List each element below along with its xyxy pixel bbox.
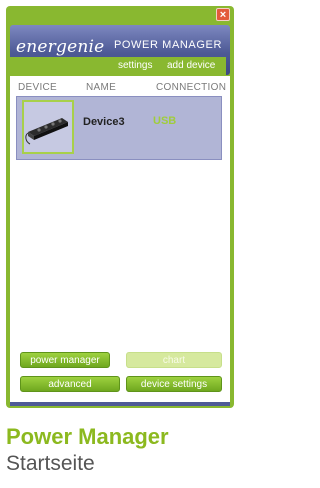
device-row[interactable]: Device3 USB: [16, 96, 222, 160]
device-thumbnail: [22, 100, 74, 154]
add-device-link[interactable]: add device: [167, 60, 215, 71]
top-nav: settings add device: [6, 57, 226, 75]
column-header-name: NAME: [86, 82, 117, 93]
bottom-strip: [10, 402, 230, 406]
device-settings-button[interactable]: device settings: [126, 376, 222, 392]
close-button[interactable]: ×: [216, 8, 230, 21]
caption-title: Power Manager: [6, 424, 169, 449]
device-panel: DEVICE NAME CONNECTION Device3 USB power…: [10, 76, 230, 402]
advanced-button[interactable]: advanced: [20, 376, 120, 392]
power-manager-window: × energenie POWER MANAGER settings add d…: [6, 6, 234, 408]
caption-subtitle: Startseite: [6, 452, 95, 475]
settings-link[interactable]: settings: [118, 60, 152, 71]
power-strip-icon: [25, 118, 68, 145]
column-header-connection: CONNECTION: [156, 82, 227, 93]
device-name: Device3: [83, 116, 125, 128]
energenie-logo: energenie: [16, 37, 105, 57]
power-manager-button[interactable]: power manager: [20, 352, 110, 368]
chart-button[interactable]: chart: [126, 352, 222, 368]
app-title: POWER MANAGER: [113, 39, 222, 51]
column-header-device: DEVICE: [18, 82, 58, 93]
device-connection: USB: [153, 115, 177, 127]
